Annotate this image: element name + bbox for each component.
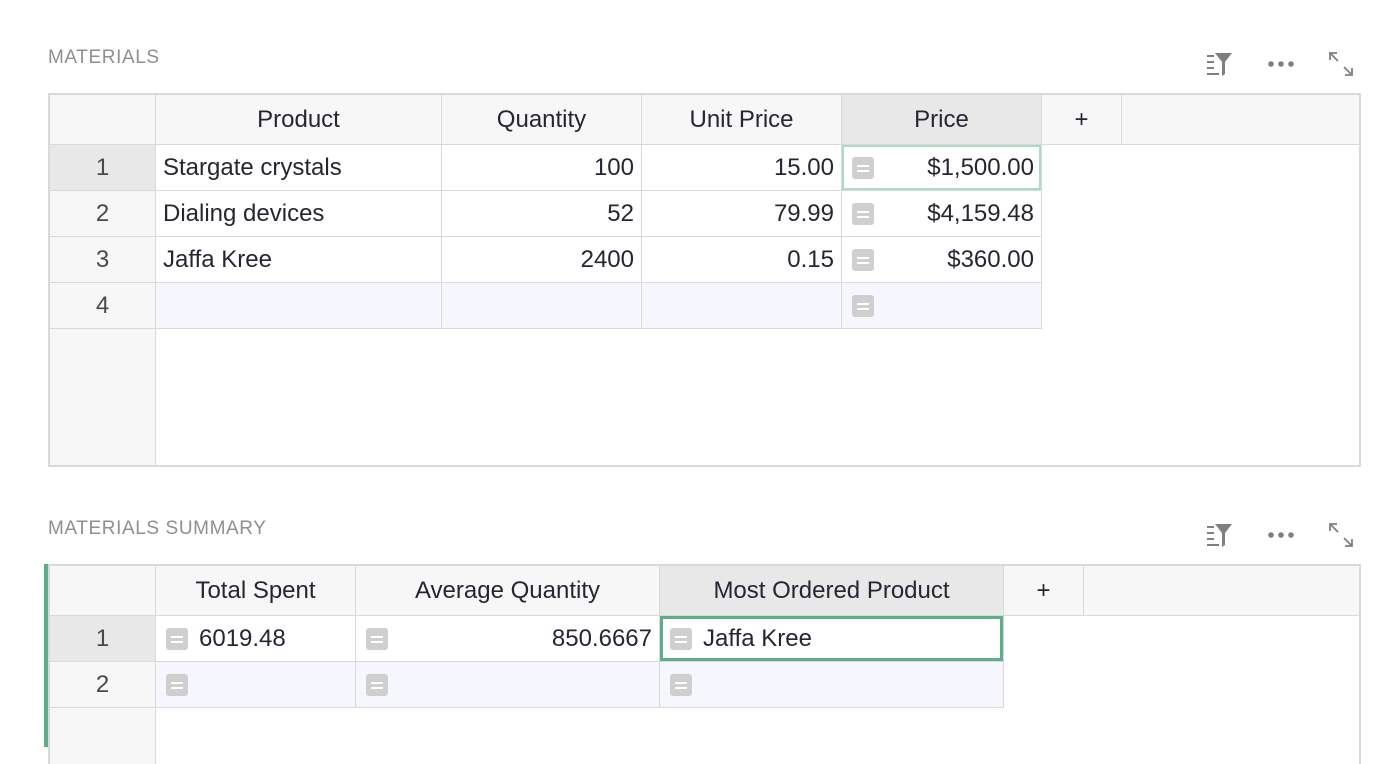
section-title-materials-summary: MATERIALS SUMMARY	[48, 518, 267, 539]
cell-most-ordered-product-selected[interactable]: Jaffa Kree	[660, 616, 1004, 662]
new-row-cell-price[interactable]	[842, 283, 1042, 329]
new-row-cell-product[interactable]	[156, 283, 442, 329]
more-options-icon[interactable]	[1266, 49, 1296, 79]
cell-quantity[interactable]: 2400	[442, 237, 642, 283]
cell-total-spent[interactable]: 6019.48	[156, 616, 356, 662]
add-column-button[interactable]: +	[1042, 95, 1122, 145]
materials-grid: Product Quantity Unit Price Price + 1 St…	[48, 93, 1361, 467]
cell-product[interactable]: Stargate crystals	[156, 145, 442, 191]
new-row-cell-quantity[interactable]	[442, 283, 642, 329]
cell-price[interactable]: $4,159.48	[842, 191, 1042, 237]
cell-unit-price[interactable]: 0.15	[642, 237, 842, 283]
cell-quantity[interactable]: 52	[442, 191, 642, 237]
row-number[interactable]: 2	[50, 662, 156, 708]
cell-value: $360.00	[947, 245, 1034, 273]
cell-unit-price[interactable]: 79.99	[642, 191, 842, 237]
expand-icon[interactable]	[1326, 520, 1356, 550]
cell-price[interactable]: $360.00	[842, 237, 1042, 283]
materials-toolbar	[1205, 49, 1365, 79]
column-header-average-quantity[interactable]: Average Quantity	[356, 566, 660, 616]
column-header-quantity[interactable]: Quantity	[442, 95, 642, 145]
column-header-most-ordered-product[interactable]: Most Ordered Product	[660, 566, 1004, 616]
formula-icon	[366, 627, 388, 650]
expand-icon[interactable]	[1326, 49, 1356, 79]
row-number[interactable]: 4	[50, 283, 156, 329]
cell-value: 850.6667	[551, 624, 652, 652]
cell-product[interactable]: Jaffa Kree	[156, 237, 442, 283]
header-filler	[1122, 95, 1359, 145]
cell-average-quantity[interactable]: 850.6667	[356, 616, 660, 662]
row-number[interactable]: 1	[50, 145, 156, 191]
more-options-icon[interactable]	[1266, 520, 1296, 550]
corner-cell[interactable]	[50, 95, 156, 145]
materials-summary-grid: Total Spent Average Quantity Most Ordere…	[48, 564, 1361, 764]
cell-quantity[interactable]: 100	[442, 145, 642, 191]
cell-price-selected[interactable]: $1,500.00	[842, 145, 1042, 191]
sort-filter-icon[interactable]	[1205, 49, 1235, 79]
formula-icon	[670, 627, 692, 650]
new-row-cell-most-ordered-product[interactable]	[660, 662, 1004, 708]
column-header-unit-price[interactable]: Unit Price	[642, 95, 842, 145]
column-header-product[interactable]: Product	[156, 95, 442, 145]
cell-product[interactable]: Dialing devices	[156, 191, 442, 237]
cell-unit-price[interactable]: 15.00	[642, 145, 842, 191]
formula-icon	[852, 294, 874, 317]
cell-value: $4,159.48	[927, 199, 1034, 227]
new-row-cell-average-quantity[interactable]	[356, 662, 660, 708]
formula-icon	[852, 202, 874, 225]
formula-icon	[852, 248, 874, 271]
row-number[interactable]: 3	[50, 237, 156, 283]
cell-value: $1,500.00	[927, 153, 1034, 181]
cell-value: Jaffa Kree	[703, 624, 812, 652]
formula-icon	[852, 156, 874, 179]
formula-icon	[670, 673, 692, 696]
row-number[interactable]: 1	[50, 616, 156, 662]
cell-value: 6019.48	[199, 624, 286, 652]
new-row-cell-unit-price[interactable]	[642, 283, 842, 329]
add-column-button[interactable]: +	[1004, 566, 1084, 616]
header-filler	[1084, 566, 1359, 616]
new-row-cell-total-spent[interactable]	[156, 662, 356, 708]
row-number[interactable]: 2	[50, 191, 156, 237]
column-header-price[interactable]: Price	[842, 95, 1042, 145]
corner-cell[interactable]	[50, 566, 156, 616]
formula-icon	[166, 627, 188, 650]
formula-icon	[166, 673, 188, 696]
sort-filter-icon[interactable]	[1205, 520, 1235, 550]
column-header-total-spent[interactable]: Total Spent	[156, 566, 356, 616]
summary-toolbar	[1205, 520, 1365, 550]
section-title-materials: MATERIALS	[48, 47, 160, 68]
formula-icon	[366, 673, 388, 696]
